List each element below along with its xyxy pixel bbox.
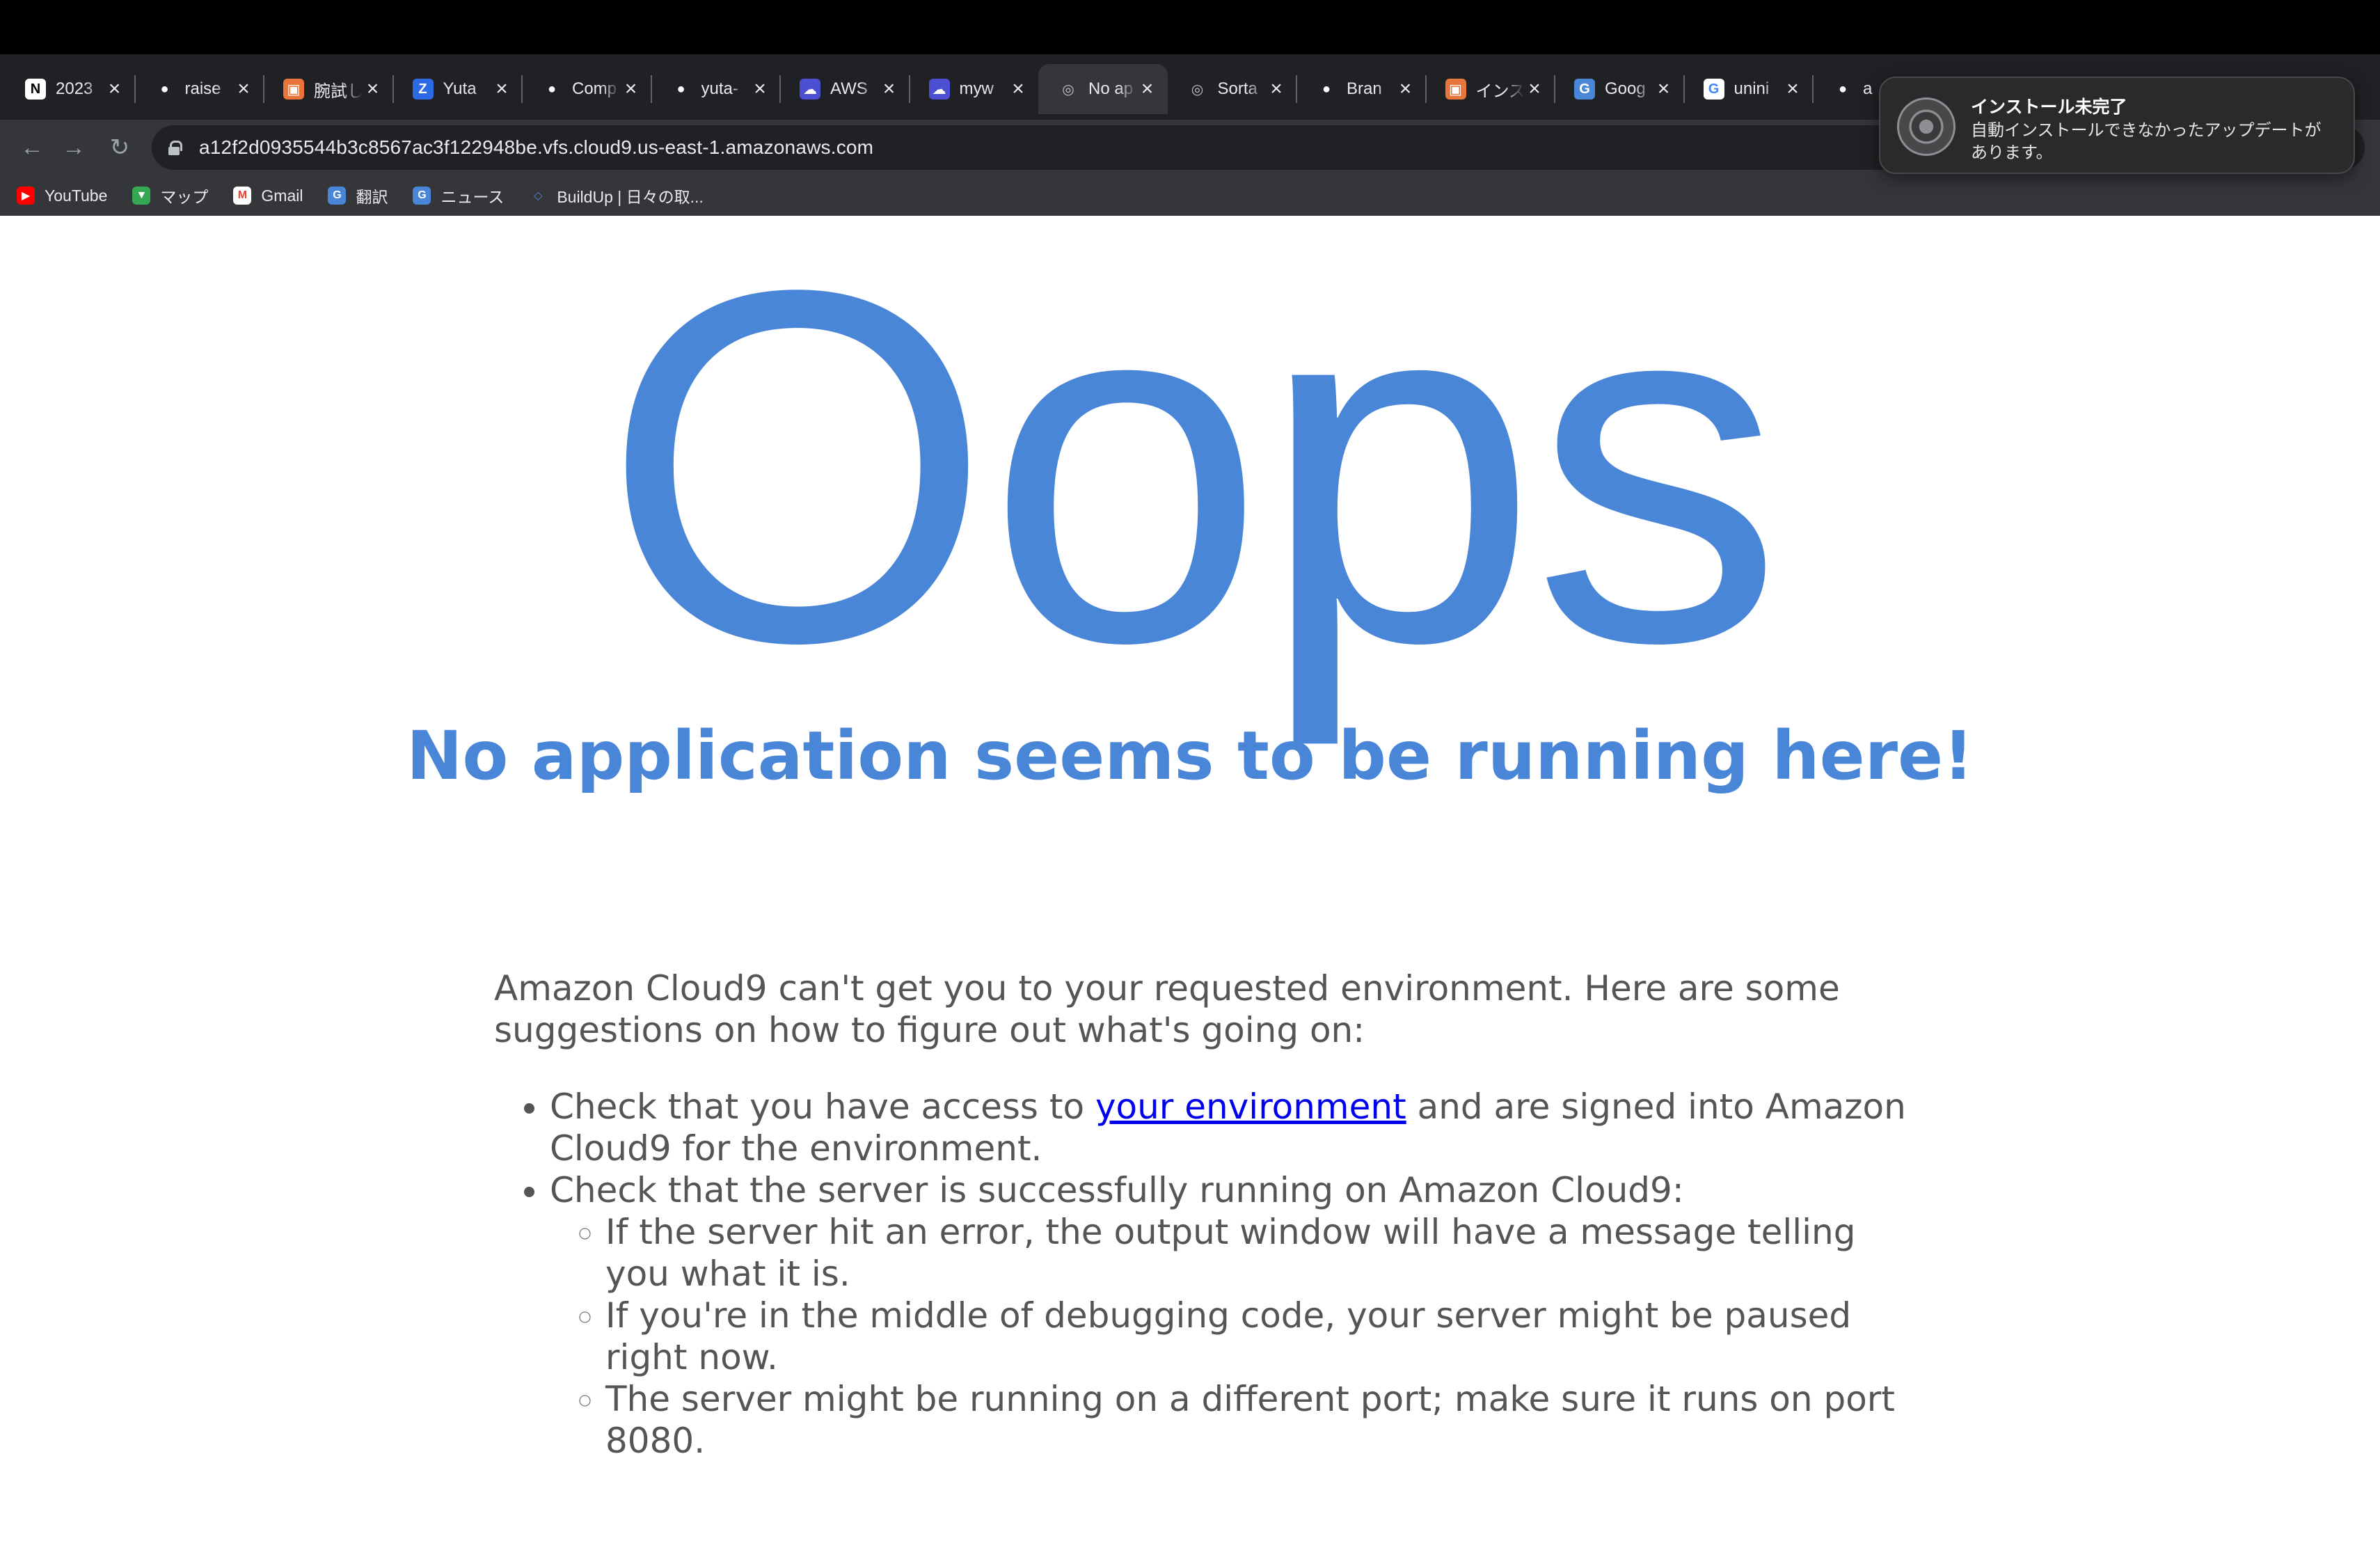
translate-icon: G [1574, 79, 1595, 100]
tab-separator [134, 75, 136, 103]
tab[interactable]: ● yuta- × [651, 64, 781, 114]
tab-title: Bran [1347, 79, 1382, 98]
close-icon[interactable]: × [363, 79, 383, 100]
tab[interactable]: ● raise × [135, 64, 264, 114]
tab[interactable]: ◎ No ap × [1038, 64, 1168, 114]
tab-title: インス [1475, 81, 1525, 101]
tab-separator [1296, 75, 1297, 103]
close-icon[interactable]: × [104, 79, 125, 100]
tab-title: myw [959, 79, 994, 98]
tab[interactable]: ▣ 腕試し × [264, 64, 393, 114]
app-icon: ▣ [1445, 79, 1466, 100]
tab-separator [908, 75, 910, 103]
github-icon: ● [160, 81, 169, 97]
github-icon: ● [547, 81, 557, 97]
tab[interactable]: ◎ Sorta × [1168, 64, 1297, 114]
notion-icon: N [25, 79, 46, 100]
tab-title: Comp [572, 79, 617, 98]
close-icon[interactable]: × [1008, 79, 1029, 100]
sub-suggestion-list: If the server hit an error, the output w… [550, 1211, 1921, 1462]
close-icon[interactable]: × [621, 79, 642, 100]
tab[interactable]: N 2023 × [6, 64, 135, 114]
headline: Oops [602, 186, 1784, 746]
tab-separator [1554, 75, 1555, 103]
lock-icon[interactable] [168, 141, 182, 155]
tab-title: unini [1734, 79, 1770, 98]
page-content: Oops No application seems to be running … [0, 186, 2380, 1541]
tab-separator [779, 75, 781, 103]
tab-separator [1425, 75, 1427, 103]
list-item: Check that the server is successfully ru… [550, 1169, 1921, 1462]
subtitle: No application seems to be running here! [406, 717, 1974, 795]
tab-separator [650, 75, 652, 103]
notification-title: インストール未完了 [1971, 97, 2127, 117]
system-preferences-icon [1897, 97, 1955, 156]
close-icon[interactable]: × [1137, 79, 1158, 100]
tab-separator [263, 75, 264, 103]
intro-paragraph: Amazon Cloud9 can't get you to your requ… [494, 968, 1840, 1050]
tab-title: AWS [830, 79, 868, 98]
suggestion-list: Check that you have access to your envir… [494, 1086, 1921, 1462]
close-icon[interactable]: × [1395, 79, 1416, 100]
item1-pre: Check that you have access to [550, 1086, 1095, 1127]
close-icon[interactable]: × [1653, 79, 1674, 100]
close-icon[interactable]: × [233, 79, 254, 100]
tab-separator [392, 75, 394, 103]
github-icon: ● [1322, 81, 1331, 97]
tab-separator [1812, 75, 1814, 103]
github-icon: ● [1838, 81, 1848, 97]
list-item: The server might be running on a differe… [605, 1378, 1921, 1462]
app-icon: ▣ [283, 79, 304, 100]
tab[interactable]: Z Yuta × [393, 64, 523, 114]
item2-text: Check that the server is successfully ru… [550, 1170, 1684, 1210]
close-icon[interactable]: × [749, 79, 770, 100]
google-icon: G [1703, 79, 1724, 100]
tab-title: 腕試し [314, 81, 363, 101]
list-item: Check that you have access to your envir… [550, 1086, 1921, 1169]
tab-title: Yuta [443, 79, 477, 98]
tab-title: Sorta [1217, 79, 1258, 98]
tab-separator [1683, 75, 1685, 103]
close-icon[interactable]: × [1266, 79, 1287, 100]
tab-title: 2023 [56, 79, 93, 98]
tab[interactable]: ☁ myw × [910, 64, 1039, 114]
tab-separator [521, 75, 523, 103]
github-icon: ● [676, 81, 685, 97]
close-icon[interactable]: × [879, 79, 900, 100]
tab-title: Goog [1605, 79, 1646, 98]
close-icon[interactable]: × [1782, 79, 1803, 100]
tab[interactable]: G Goog × [1555, 64, 1684, 114]
list-item: If you're in the middle of debugging cod… [605, 1295, 1921, 1378]
globe-icon: ◎ [1191, 81, 1204, 97]
tab-title: No ap [1088, 79, 1134, 98]
globe-icon: ◎ [1062, 81, 1074, 97]
your-environment-link[interactable]: your environment [1095, 1086, 1406, 1127]
tab[interactable]: ▣ インス × [1426, 64, 1555, 114]
tab-title: yuta- [701, 79, 738, 98]
cloud9-icon: ☁ [800, 79, 820, 100]
z-icon: Z [412, 79, 434, 100]
tab-title: raise [184, 79, 221, 98]
help-text: Amazon Cloud9 can't get you to your requ… [494, 967, 1921, 1462]
close-icon[interactable]: × [1524, 79, 1545, 100]
tab[interactable]: ● Comp × [522, 64, 651, 114]
tab[interactable]: ☁ AWS × [780, 64, 910, 114]
list-item: If the server hit an error, the output w… [605, 1211, 1921, 1295]
cloud9-icon: ☁ [928, 79, 950, 100]
tab[interactable]: Gunini × [1684, 64, 1814, 114]
close-icon[interactable]: × [491, 79, 512, 100]
tab[interactable]: ● Bran × [1296, 64, 1426, 114]
